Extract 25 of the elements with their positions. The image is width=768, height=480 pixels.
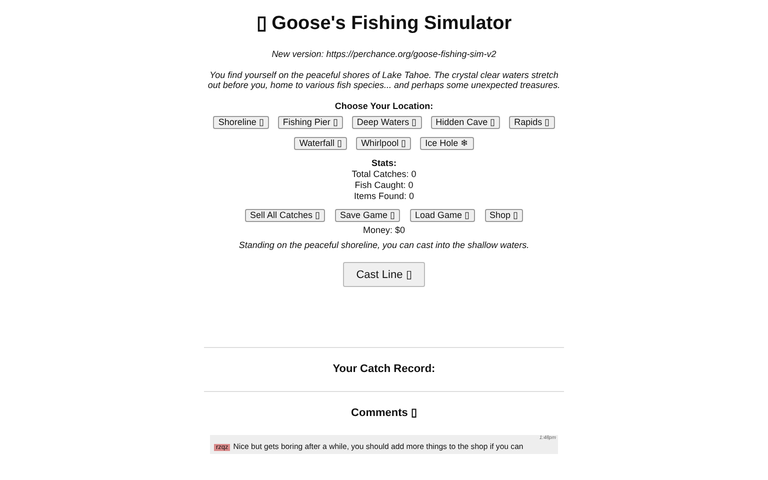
location-heading: Choose Your Location: [334, 100, 434, 112]
location-button[interactable]: Fishing Pier ▯ [278, 116, 343, 128]
stat-text: Fish Caught: 0 [354, 180, 414, 190]
location-button[interactable]: Waterfall ▯ [294, 136, 348, 150]
stats-heading: Stats: [370, 158, 398, 168]
location-button[interactable]: Ice Hole ❄ [420, 136, 474, 150]
catch-record-heading: Your Catch Record: [332, 362, 436, 377]
stat-text: Items Found: 0 [352, 190, 416, 202]
location-button[interactable]: Hidden Cave ▯ [430, 116, 500, 128]
action-button[interactable]: Load Game ▯ [410, 208, 475, 222]
location-description: Standing on the peaceful shoreline, you can cast into the shallow waters. [238, 240, 530, 250]
action-button[interactable]: Sell All Catches ▯ [244, 208, 325, 222]
action-button[interactable]: Shop ▯ [484, 208, 524, 222]
location-button[interactable]: Rapids ▯ [509, 116, 555, 128]
location-button[interactable]: Shoreline ▯ [213, 116, 269, 128]
version-note: New version: https://perchance.org/goose-fishing-sim-v2 [270, 49, 498, 60]
comments-heading: Comments ▯ [350, 406, 418, 421]
location-button[interactable]: Deep Waters ▯ [352, 116, 422, 128]
page-title: ▯ Goose's Fishing Simulator [255, 12, 513, 35]
intro-text: You find yourself on the peaceful shores of Lake Tahoe. The crystal clear waters stretch out before you, home to various fish species... and perhaps some unexpected treasures. [206, 70, 562, 90]
location-button[interactable]: Whirlpool ▯ [356, 136, 412, 150]
money-text: Money: $0 [362, 224, 406, 236]
action-button[interactable]: Save Game ▯ [334, 208, 400, 222]
stat-text: Total Catches: 0 [350, 168, 418, 180]
cast-line-button[interactable]: Cast Line ▯ [343, 262, 425, 287]
